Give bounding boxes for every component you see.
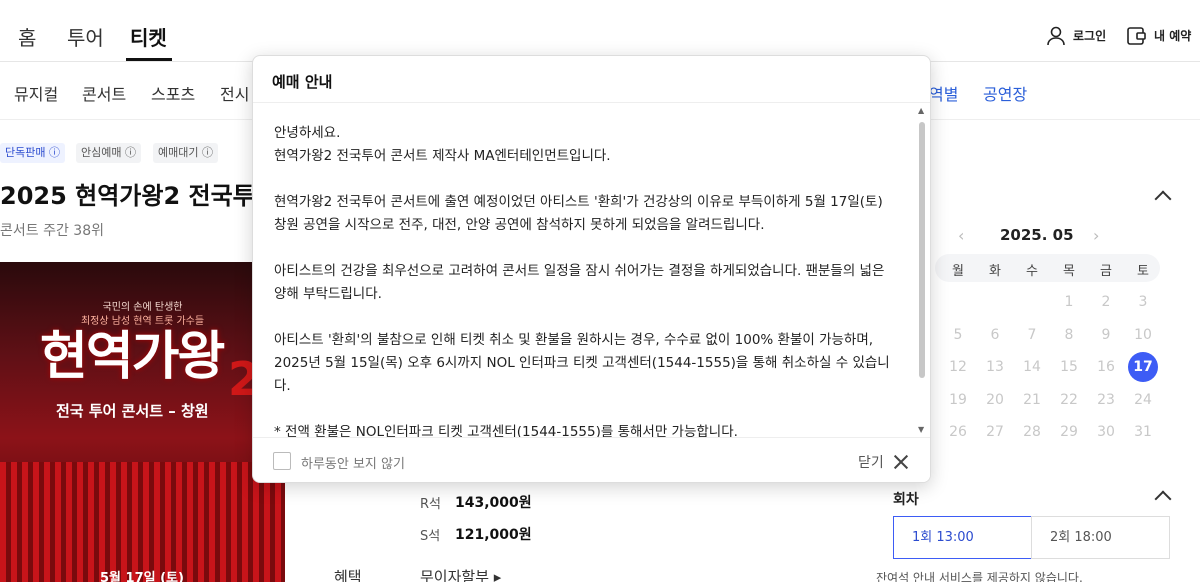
weekday-label: 수: [1026, 264, 1038, 279]
modal-paragraph: * 전액 환불은 NOL인터파크 티켓 고객센터(1544-1555)를 통해서…: [274, 424, 738, 437]
poster-subtitle: 전국 투어 콘서트 – 창원: [56, 402, 209, 420]
calendar-day: 15: [1060, 359, 1078, 375]
scroll-down-icon[interactable]: ▼: [918, 425, 924, 434]
calendar-day: 26: [949, 424, 967, 440]
calendar-day: 31: [1134, 424, 1152, 440]
session-1-button[interactable]: 1회 13:00: [893, 516, 1032, 559]
login-link[interactable]: 로그인: [1073, 27, 1106, 44]
nav-tour[interactable]: 투어: [67, 22, 104, 51]
calendar-month: 2025. 05: [1000, 226, 1074, 244]
waitlist-badge[interactable]: 예매대기 ⓘ: [153, 143, 218, 163]
calendar-day: 3: [1138, 294, 1148, 310]
scroll-up-icon[interactable]: ▲: [918, 106, 924, 115]
price-seat-label: S석: [420, 529, 441, 544]
calendar-day: 22: [1060, 392, 1078, 408]
top-navigation: 홈 투어 티켓 로그인 내 예약: [0, 0, 1200, 62]
weekday-label: 금: [1100, 264, 1112, 279]
category-musical[interactable]: 뮤지컬: [14, 81, 58, 105]
session-2-button[interactable]: 2회 18:00: [1031, 516, 1170, 559]
selected-date[interactable]: 17: [1128, 352, 1158, 382]
poster-logo: 현역가왕: [40, 327, 225, 387]
safe-booking-badge[interactable]: 안심예매 ⓘ: [76, 143, 141, 163]
modal-paragraph: 현역가왕2 전국투어 콘서트에 출연 예정이었던 아티스트 '환희'가 건강상의…: [274, 194, 883, 233]
session-heading: 회차: [893, 492, 919, 508]
next-month-icon[interactable]: ›: [1093, 226, 1099, 245]
calendar-day: 21: [1023, 392, 1041, 408]
modal-body[interactable]: 안녕하세요. 현역가왕2 전국투어 콘서트 제작사 MA엔터테인먼트입니다. 현역가…: [253, 104, 930, 437]
calendar-day: 1: [1064, 294, 1074, 310]
calendar-day: 23: [1097, 392, 1115, 408]
category-exhibition[interactable]: 전시: [220, 81, 249, 105]
poster-tagline: 국민의 손에 탄생한: [102, 302, 183, 313]
benefit-label: 혜택: [334, 568, 362, 582]
poster-crowd-image: [0, 462, 285, 582]
weekday-label: 토: [1137, 264, 1149, 279]
modal-paragraph: 아티스트 '환희'의 불참으로 인해 티켓 취소 및 환불을 원하시는 경우, …: [274, 332, 890, 394]
calendar-day: 6: [990, 327, 1000, 343]
calendar-day: 29: [1060, 424, 1078, 440]
modal-footer: 하루동안 보지 않기 닫기: [253, 437, 930, 482]
nav-ticket[interactable]: 티켓: [130, 22, 167, 51]
category-sports[interactable]: 스포츠: [151, 81, 195, 105]
modal-text: 안녕하세요. 현역가왕2 전국투어 콘서트 제작사 MA엔터테인먼트입니다. 현역가…: [274, 122, 894, 437]
notice-modal: 예매 안내 안녕하세요. 현역가왕2 전국투어 콘서트 제작사 MA엔터테인먼트입…: [252, 55, 931, 483]
modal-paragraph: 안녕하세요.: [274, 125, 341, 141]
installment-link[interactable]: 무이자할부 ▸: [420, 566, 501, 582]
nav-home[interactable]: 홈: [18, 22, 36, 51]
calendar-day: 16: [1097, 359, 1115, 375]
modal-paragraph: 아티스트의 건강을 최우선으로 고려하여 콘서트 일정을 잠시 쉬어가는 결정을…: [274, 263, 885, 302]
active-tab-indicator: [126, 58, 172, 61]
poster-date: 5월 17일 (토): [100, 571, 184, 582]
modal-scrollbar[interactable]: ▲ ▼: [918, 104, 928, 437]
calendar-day: 14: [1023, 359, 1041, 375]
user-icon[interactable]: [1046, 26, 1066, 46]
calendar-day: 10: [1134, 327, 1152, 343]
calendar-day: 12: [949, 359, 967, 375]
price-value: 143,000원: [455, 495, 532, 511]
event-title: 2025 현역가왕2 전국투: [0, 182, 255, 210]
calendar-day: 28: [1023, 424, 1041, 440]
prev-month-icon[interactable]: ‹: [958, 226, 964, 245]
weekday-label: 월: [952, 264, 964, 279]
price-value: 121,000원: [455, 527, 532, 543]
category-concert[interactable]: 콘서트: [82, 81, 126, 105]
ranking-text: 콘서트 주간 38위: [0, 223, 104, 239]
calendar-day: 9: [1101, 327, 1111, 343]
dont-show-label[interactable]: 하루동안 보지 않기: [301, 453, 405, 472]
wallet-icon[interactable]: [1127, 27, 1146, 45]
modal-paragraph: 현역가왕2 전국투어 콘서트 제작사 MA엔터테인먼트입니다.: [274, 148, 611, 164]
scroll-thumb[interactable]: [919, 122, 925, 378]
calendar-day: 7: [1027, 327, 1037, 343]
category-venue[interactable]: 공연장: [983, 81, 1027, 105]
dont-show-checkbox[interactable]: [273, 452, 291, 470]
calendar-day: 2: [1101, 294, 1111, 310]
calendar-day: 24: [1134, 392, 1152, 408]
calendar-day: 8: [1064, 327, 1074, 343]
calendar-day: 30: [1097, 424, 1115, 440]
calendar-day: 27: [986, 424, 1004, 440]
seat-notice: 잔여석 안내 서비스를 제공하지 않습니다.: [876, 571, 1083, 582]
exclusive-badge[interactable]: 단독판매 ⓘ: [0, 143, 65, 163]
event-poster: 국민의 손에 탄생한 최정상 남성 현역 트롯 가수들 현역가왕 2 전국 투어…: [0, 262, 285, 582]
close-button[interactable]: 닫기: [858, 452, 884, 472]
calendar-day: 5: [953, 327, 963, 343]
my-reservation-link[interactable]: 내 예약: [1154, 27, 1191, 44]
close-icon[interactable]: [893, 454, 909, 470]
price-seat-label: R석: [420, 497, 441, 512]
modal-header: 예매 안내: [253, 56, 930, 103]
calendar-day: 19: [949, 392, 967, 408]
calendar-day: 20: [986, 392, 1004, 408]
weekday-label: 화: [989, 264, 1001, 279]
weekday-label: 목: [1063, 264, 1075, 279]
collapse-chevron-icon[interactable]: [1154, 490, 1172, 508]
calendar-day: 13: [986, 359, 1004, 375]
modal-title: 예매 안내: [272, 73, 333, 91]
category-by-region[interactable]: 역별: [929, 81, 958, 105]
